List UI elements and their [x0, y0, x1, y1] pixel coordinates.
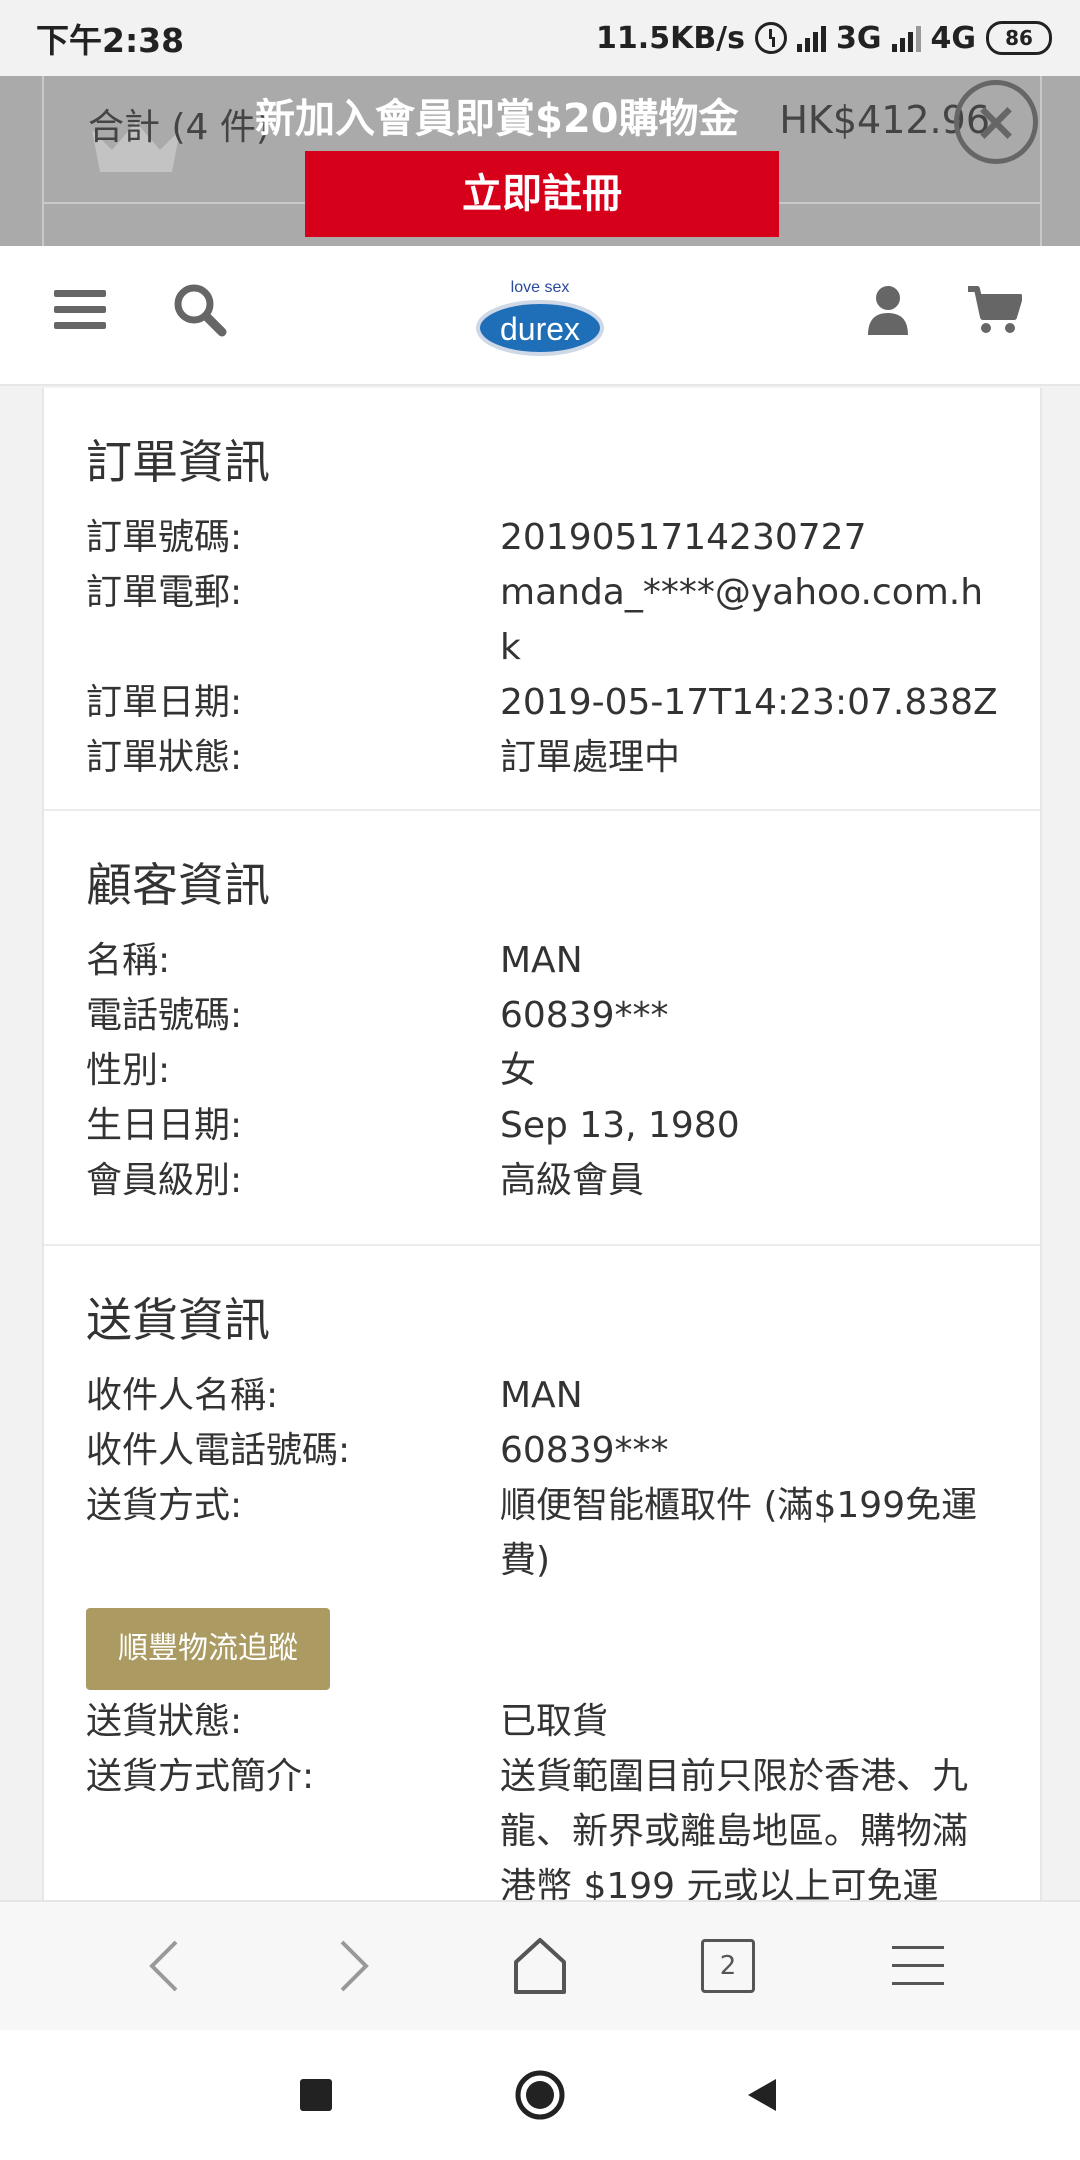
delivery-info-rows: 收件人名稱: MAN 收件人電話號碼: 60839*** 送貨方式: 順便智能櫃取件 (滿… — [86, 1368, 998, 1588]
info-row: 送貨方式: 順便智能櫃取件 (滿$199免運費) — [86, 1478, 998, 1588]
signal-icon — [797, 24, 826, 52]
order-info-rows: 訂單號碼: 2019051714230727 訂單電郵: manda_****@yah… — [86, 510, 998, 785]
info-label: 收件人名稱: — [86, 1375, 279, 1416]
info-value: 訂單處理中 — [500, 737, 681, 778]
info-label: 電話號碼: — [86, 995, 243, 1036]
search-icon[interactable] — [170, 280, 230, 340]
browser-toolbar: 2 — [0, 1900, 1080, 2030]
info-label: 訂單狀態: — [86, 737, 243, 778]
order-info-section: 訂單資訊 訂單號碼: 2019051714230727 訂單電郵: manda_***… — [44, 388, 1040, 811]
alarm-icon — [755, 22, 787, 54]
delivery-info-title: 送貨資訊 — [86, 1293, 270, 1347]
register-button[interactable]: 立即註冊 — [305, 151, 779, 237]
tab-count: 2 — [701, 1939, 755, 1993]
home-nav-icon[interactable] — [510, 2065, 570, 2125]
info-label: 送貨方式簡介: — [86, 1756, 315, 1797]
info-label: 生日日期: — [86, 1105, 243, 1146]
info-row: 生日日期: Sep 13, 1980 — [86, 1098, 998, 1153]
system-nav-bar — [0, 2030, 1080, 2160]
info-value: manda_****@yahoo.com.hk — [500, 572, 984, 668]
status-indicators: 11.5KB/s 3G 4G 86 — [596, 14, 1052, 62]
network-speed: 11.5KB/s — [596, 20, 745, 56]
info-label: 訂單電郵: — [86, 572, 243, 613]
web-page: love sex durex 訂單資訊 訂單號碼: 201905171423072… — [0, 76, 1080, 1900]
info-row: 訂單號碼: 2019051714230727 — [86, 510, 998, 565]
info-value: MAN — [500, 940, 583, 981]
info-value: Sep 13, 1980 — [500, 1105, 740, 1146]
info-value: 2019051714230727 — [500, 517, 867, 558]
info-row: 訂單狀態: 訂單處理中 — [86, 730, 998, 785]
close-icon[interactable]: × — [954, 80, 1038, 164]
sf-tracking-button[interactable]: 順豐物流追蹤 — [86, 1608, 330, 1690]
info-row: 性別: 女 — [86, 1043, 998, 1098]
info-row: 訂單日期: 2019-05-17T14:23:07.838Z — [86, 675, 998, 730]
network-type-2: 4G — [930, 20, 977, 56]
site-header: love sex durex — [0, 246, 1080, 386]
customer-info-section: 顧客資訊 名稱: MAN 電話號碼: 60839*** 性別: 女生日日期: Sep 13,… — [44, 811, 1040, 1246]
info-value: MAN — [500, 1375, 583, 1416]
info-row: 名稱: MAN — [86, 933, 998, 988]
info-value: 60839*** — [500, 1430, 669, 1471]
info-label: 名稱: — [86, 940, 171, 981]
delivery-info-rows-2: 送貨狀態: 已取貨送貨方式簡介: 送貨範圍目前只限於香港、九龍、新界或離島地區。購物… — [86, 1694, 998, 1900]
logo-wordmark: durex — [500, 311, 580, 347]
menu-icon[interactable] — [50, 280, 110, 340]
cart-summary-label: 合計 (4 件) — [88, 107, 270, 148]
status-bar: 下午2:38 11.5KB/s 3G 4G 86 — [0, 0, 1080, 76]
info-value: 高級會員 — [500, 1160, 645, 1201]
customer-info-title: 顧客資訊 — [86, 858, 270, 912]
menu-icon-browser[interactable] — [878, 1926, 958, 2006]
info-label: 收件人電話號碼: — [86, 1430, 351, 1471]
cart-icon[interactable] — [964, 280, 1024, 340]
info-row: 電話號碼: 60839*** — [86, 988, 998, 1043]
battery-icon: 86 — [986, 21, 1052, 55]
back-icon[interactable] — [124, 1926, 204, 2006]
back-nav-icon[interactable] — [732, 2065, 792, 2125]
info-label: 送貨狀態: — [86, 1701, 243, 1742]
info-row: 送貨狀態: 已取貨 — [86, 1694, 998, 1749]
delivery-info-section: 送貨資訊 收件人名稱: MAN 收件人電話號碼: 60839*** 送貨方式: 順便智能櫃… — [44, 1246, 1040, 1900]
info-row: 會員級別: 高級會員 — [86, 1153, 998, 1208]
info-value: 2019-05-17T14:23:07.838Z — [500, 682, 998, 723]
tabs-button[interactable]: 2 — [688, 1926, 768, 2006]
order-info-title: 訂單資訊 — [86, 435, 270, 489]
signup-promo-banner: 合計 (4 件) HK$412.96 新加入會員即賞$20購物金 立即註冊 × — [0, 76, 1080, 246]
home-icon[interactable] — [500, 1926, 580, 2006]
info-row: 收件人電話號碼: 60839*** — [86, 1423, 998, 1478]
signal-icon-2 — [891, 24, 921, 52]
info-row: 收件人名稱: MAN — [86, 1368, 998, 1423]
network-type-1: 3G — [836, 20, 882, 56]
info-value: 女 — [500, 1050, 537, 1091]
info-label: 訂單號碼: — [86, 517, 243, 558]
recents-icon[interactable] — [286, 2065, 346, 2125]
info-row: 訂單電郵: manda_****@yahoo.com.hk — [86, 565, 998, 675]
info-label: 送貨方式: — [86, 1485, 243, 1526]
order-detail-card: 訂單資訊 訂單號碼: 2019051714230727 訂單電郵: manda_***… — [42, 388, 1042, 1900]
forward-icon[interactable] — [314, 1926, 394, 2006]
customer-info-rows: 名稱: MAN 電話號碼: 60839*** 性別: 女生日日期: Sep 13, 1980… — [86, 933, 998, 1208]
durex-logo[interactable]: love sex durex — [470, 264, 610, 364]
status-time: 下午2:38 — [36, 21, 185, 60]
logo-tagline: love sex — [511, 279, 570, 296]
info-value: 已取貨 — [500, 1701, 609, 1742]
info-label: 訂單日期: — [86, 682, 243, 723]
promo-message: 新加入會員即賞$20購物金 — [255, 96, 739, 142]
info-value: 60839*** — [500, 995, 669, 1036]
info-label: 會員級別: — [86, 1160, 243, 1201]
info-value: 順便智能櫃取件 (滿$199免運費) — [500, 1485, 978, 1581]
user-icon[interactable] — [858, 280, 918, 340]
info-value: 送貨範圍目前只限於香港、九龍、新界或離島地區。購物滿港幣 $199 元或以上可免… — [500, 1756, 969, 1900]
info-label: 性別: — [86, 1050, 171, 1091]
info-row: 送貨方式簡介: 送貨範圍目前只限於香港、九龍、新界或離島地區。購物滿港幣 $199… — [86, 1749, 998, 1900]
